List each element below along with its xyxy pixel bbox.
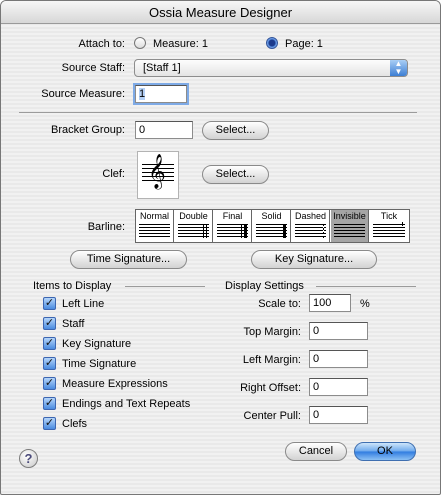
bracket-select-button[interactable]: Select... bbox=[202, 121, 269, 140]
measure-expressions-checkbox[interactable]: ✓ bbox=[43, 377, 56, 390]
barline-double-icon bbox=[178, 224, 209, 238]
barline-final[interactable]: Final bbox=[214, 210, 252, 242]
display-heading-rule bbox=[316, 286, 416, 287]
barline-final-icon bbox=[217, 224, 248, 238]
key-signature-checkbox[interactable]: ✓ bbox=[43, 337, 56, 350]
clefs-label[interactable]: Clefs bbox=[62, 418, 87, 430]
dialog-window: Ossia Measure Designer Attach to: Measur… bbox=[0, 0, 441, 495]
staff-label[interactable]: Staff bbox=[62, 318, 84, 330]
top-margin-field[interactable]: 0 bbox=[309, 322, 368, 340]
barline-double[interactable]: Double bbox=[175, 210, 213, 242]
barline-dashed-icon bbox=[295, 224, 326, 238]
barline-selector: Normal Double Final Solid Dashed Invisib… bbox=[135, 209, 410, 243]
endings-text-repeats-checkbox[interactable]: ✓ bbox=[43, 397, 56, 410]
clef-preview: 𝄞 bbox=[137, 151, 179, 199]
key-signature-button[interactable]: Key Signature... bbox=[251, 250, 377, 269]
bracket-group-field[interactable]: 0 bbox=[135, 121, 193, 139]
center-pull-field[interactable]: 0 bbox=[309, 406, 368, 424]
scale-field[interactable]: 100 bbox=[309, 294, 351, 312]
source-staff-popup[interactable]: [Staff 1] ▲ ▼ bbox=[134, 59, 408, 77]
source-staff-label: Source Staff: bbox=[61, 62, 125, 74]
endings-text-repeats-label[interactable]: Endings and Text Repeats bbox=[62, 398, 190, 410]
right-offset-label: Right Offset: bbox=[240, 382, 301, 394]
scale-unit: % bbox=[360, 298, 370, 310]
measure-expressions-label[interactable]: Measure Expressions bbox=[62, 378, 168, 390]
barline-invisible[interactable]: Invisible bbox=[331, 210, 369, 242]
left-margin-field[interactable]: 0 bbox=[309, 350, 368, 368]
source-measure-label: Source Measure: bbox=[41, 88, 125, 100]
source-staff-value: [Staff 1] bbox=[143, 62, 181, 74]
barline-label: Barline: bbox=[87, 221, 125, 233]
attach-to-label: Attach to: bbox=[78, 38, 125, 50]
barline-normal-icon bbox=[139, 224, 170, 238]
attach-measure-radio[interactable] bbox=[134, 37, 146, 49]
barline-invisible-icon bbox=[334, 224, 365, 238]
clefs-checkbox[interactable]: ✓ bbox=[43, 417, 56, 430]
title-bar[interactable]: Ossia Measure Designer bbox=[1, 1, 440, 24]
attach-page-radio[interactable] bbox=[266, 37, 278, 49]
time-signature-button[interactable]: Time Signature... bbox=[70, 250, 187, 269]
display-settings-heading: Display Settings bbox=[225, 280, 304, 292]
top-margin-label: Top Margin: bbox=[243, 326, 301, 338]
scale-label: Scale to: bbox=[258, 298, 301, 310]
window-title: Ossia Measure Designer bbox=[148, 5, 293, 20]
barline-tick-icon bbox=[373, 222, 405, 238]
barline-tick[interactable]: Tick bbox=[370, 210, 408, 242]
treble-clef-icon: 𝄞 bbox=[148, 154, 166, 189]
barline-normal[interactable]: Normal bbox=[136, 210, 174, 242]
clef-select-button[interactable]: Select... bbox=[202, 165, 269, 184]
time-signature-checkbox[interactable]: ✓ bbox=[43, 357, 56, 370]
barline-dashed[interactable]: Dashed bbox=[292, 210, 330, 242]
attach-page-label[interactable]: Page: 1 bbox=[285, 38, 323, 50]
cancel-button[interactable]: Cancel bbox=[285, 442, 347, 461]
right-offset-field[interactable]: 0 bbox=[309, 378, 368, 396]
center-pull-label: Center Pull: bbox=[243, 410, 301, 422]
staff-checkbox[interactable]: ✓ bbox=[43, 317, 56, 330]
items-to-display-heading: Items to Display bbox=[33, 280, 112, 292]
key-signature-label[interactable]: Key Signature bbox=[62, 338, 131, 350]
barline-solid-icon bbox=[256, 224, 287, 238]
popup-arrows-icon: ▲ ▼ bbox=[390, 60, 407, 76]
time-signature-label[interactable]: Time Signature bbox=[62, 358, 136, 370]
separator-line bbox=[19, 112, 417, 113]
barline-solid[interactable]: Solid bbox=[253, 210, 291, 242]
items-heading-rule bbox=[125, 286, 205, 287]
left-line-checkbox[interactable]: ✓ bbox=[43, 297, 56, 310]
bracket-group-label: Bracket Group: bbox=[51, 124, 125, 136]
source-measure-field[interactable]: 1 bbox=[135, 85, 187, 103]
attach-measure-label[interactable]: Measure: 1 bbox=[153, 38, 208, 50]
help-icon[interactable]: ? bbox=[19, 449, 38, 468]
left-line-label[interactable]: Left Line bbox=[62, 298, 104, 310]
ok-button[interactable]: OK bbox=[354, 442, 416, 461]
left-margin-label: Left Margin: bbox=[242, 354, 301, 366]
clef-label: Clef: bbox=[102, 168, 125, 180]
